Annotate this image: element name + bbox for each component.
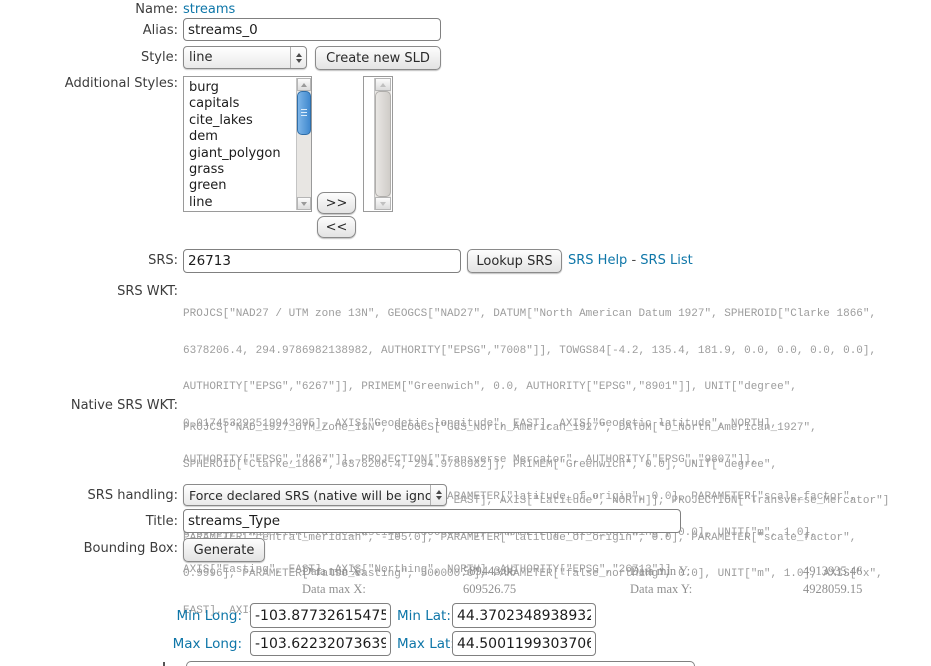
lookup-srs-button[interactable]: Lookup SRS	[467, 249, 562, 273]
data-min-y-value: 4913935.46	[803, 564, 862, 579]
spinner-icon	[290, 47, 306, 68]
max-long-input[interactable]	[250, 631, 391, 656]
create-new-sld-button[interactable]: Create new SLD	[315, 46, 441, 70]
data-max-x-label: Data max X:	[302, 582, 366, 597]
name-label: Name:	[0, 2, 178, 17]
style-select[interactable]: line	[183, 46, 307, 69]
min-lat-input[interactable]	[452, 603, 596, 628]
list-item[interactable]: grass	[184, 162, 311, 178]
list-item[interactable]: burg	[184, 80, 311, 96]
srs-handling-select[interactable]: Force declared SRS (native will be ignor…	[183, 484, 447, 506]
alias-input[interactable]	[183, 18, 441, 41]
min-long-input[interactable]	[250, 603, 391, 628]
srs-input[interactable]	[183, 249, 461, 273]
available-styles-scrollbar[interactable]	[296, 78, 311, 210]
layer-config-form: Name: streams Alias: Style: line Create …	[0, 0, 931, 666]
max-lat-input[interactable]	[452, 631, 596, 656]
srs-label: SRS:	[0, 253, 178, 268]
srs-help-link[interactable]: SRS Help	[568, 253, 627, 268]
clipped-input[interactable]	[186, 661, 695, 666]
generate-button[interactable]: Generate	[183, 538, 265, 562]
link-separator: -	[631, 253, 636, 268]
additional-styles-label: Additional Styles:	[0, 76, 178, 91]
scrollbar-thumb[interactable]	[375, 91, 391, 197]
list-item[interactable]: dem	[184, 129, 311, 145]
data-max-x-value: 609526.75	[463, 582, 516, 597]
selected-styles-scrollbar[interactable]	[374, 78, 391, 210]
list-item[interactable]: giant_polygon	[184, 146, 311, 162]
scroll-down-icon[interactable]	[375, 197, 391, 210]
data-min-x-value: 589443.06	[463, 564, 516, 579]
data-max-y-label: Data max Y:	[630, 582, 692, 597]
list-item[interactable]: green	[184, 178, 311, 194]
title-label: Title:	[0, 514, 178, 529]
move-right-button[interactable]: >>	[317, 192, 356, 214]
data-min-x-label: Data min X:	[302, 564, 364, 579]
max-long-label: Max Long:	[0, 636, 242, 652]
data-min-y-label: Data min Y:	[630, 564, 690, 579]
srs-handling-label: SRS handling:	[0, 488, 178, 503]
list-item[interactable]: line	[184, 195, 311, 211]
spinner-icon	[430, 485, 446, 505]
list-item[interactable]: cite_lakes	[184, 113, 311, 129]
style-label: Style:	[0, 50, 178, 65]
alias-label: Alias:	[0, 23, 178, 38]
scroll-down-icon[interactable]	[297, 197, 311, 210]
list-item[interactable]: capitals	[184, 96, 311, 112]
native-srs-wkt-label: Native SRS WKT:	[0, 398, 178, 413]
title-input[interactable]	[183, 509, 681, 533]
clipped-label-fragment	[163, 662, 165, 666]
srs-list-link[interactable]: SRS List	[640, 253, 692, 268]
scroll-up-icon[interactable]	[375, 78, 391, 91]
bounding-box-label: Bounding Box:	[0, 541, 178, 556]
srs-handling-selected-value: Force declared SRS (native will be ignor…	[184, 488, 430, 503]
scroll-up-icon[interactable]	[297, 78, 311, 91]
data-max-y-value: 4928059.15	[803, 582, 862, 597]
style-selected-value: line	[184, 50, 290, 65]
scrollbar-thumb[interactable]	[297, 91, 311, 135]
srs-wkt-label: SRS WKT:	[0, 284, 178, 299]
min-lat-label: Min Lat:	[397, 608, 451, 624]
selected-styles-list[interactable]	[363, 76, 393, 212]
min-long-label: Min Long:	[0, 608, 242, 624]
available-styles-list[interactable]: burg capitals cite_lakes dem giant_polyg…	[183, 76, 312, 212]
name-value-link[interactable]: streams	[183, 2, 235, 17]
move-left-button[interactable]: <<	[317, 216, 356, 238]
max-lat-label: Max Lat:	[397, 636, 455, 652]
